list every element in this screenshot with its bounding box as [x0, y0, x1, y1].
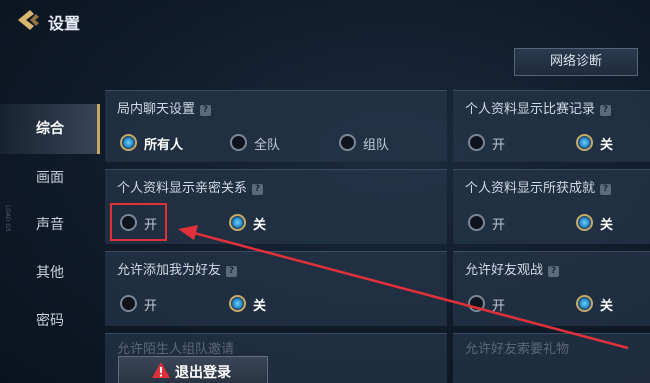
achievement-off[interactable]: 关: [576, 213, 636, 233]
tab-graphics[interactable]: 画面: [0, 153, 100, 203]
match-record-off[interactable]: 关: [576, 133, 636, 153]
friend-watch-off[interactable]: 关: [576, 294, 636, 314]
help-icon[interactable]: ?: [200, 105, 212, 116]
radio-selected-icon: [120, 134, 137, 151]
logout-button[interactable]: 退出登录: [118, 356, 268, 383]
match-record-on[interactable]: 开: [468, 133, 528, 153]
add-friend-off[interactable]: 关: [229, 294, 289, 314]
radio-selected-icon: [229, 214, 246, 231]
radio-unselected-icon: [339, 134, 356, 151]
help-icon[interactable]: ?: [600, 105, 612, 116]
add-friend-on[interactable]: 开: [120, 294, 180, 314]
tab-general[interactable]: 综合: [0, 104, 100, 154]
add-friend-panel: 允许添加我为好友? 开 关: [105, 251, 447, 326]
panel-title: 个人资料显示所获成就?: [465, 177, 612, 196]
chat-option-everyone[interactable]: 所有人: [120, 133, 210, 153]
back-chevron-icon[interactable]: [14, 8, 42, 32]
friend-watch-panel: 允许好友观战? 开 关: [453, 251, 650, 326]
intimacy-off[interactable]: 关: [229, 213, 289, 233]
friend-watch-on[interactable]: 开: [468, 294, 528, 314]
warning-icon: [152, 362, 170, 378]
help-icon[interactable]: ?: [252, 184, 264, 195]
achievement-on[interactable]: 开: [468, 213, 528, 233]
panel-title: 局内聊天设置?: [117, 98, 212, 117]
friend-gift-panel: 允许好友索要礼物: [453, 333, 650, 383]
panel-title: 允许陌生人组队邀请: [117, 342, 235, 357]
tab-other[interactable]: 其他: [0, 248, 100, 298]
top-bar: 设置: [0, 0, 650, 40]
panel-title: 个人资料显示亲密关系?: [117, 177, 264, 196]
annotation-highlight-box: [110, 203, 167, 241]
side-watermark-text: LOAD G5: [4, 205, 11, 232]
network-diagnose-button[interactable]: 网络诊断: [514, 48, 638, 76]
panel-title: 允许添加我为好友?: [117, 259, 238, 278]
radio-unselected-icon: [468, 295, 485, 312]
tab-password[interactable]: 密码: [0, 296, 100, 346]
match-record-panel: 个人资料显示比赛记录? 开 关: [453, 90, 650, 162]
radio-unselected-icon: [468, 134, 485, 151]
tab-sound[interactable]: 声音: [0, 200, 100, 250]
page-title: 设置: [48, 14, 81, 33]
radio-unselected-icon: [120, 295, 137, 312]
panel-title: 允许好友观战?: [465, 259, 560, 278]
radio-unselected-icon: [230, 134, 247, 151]
radio-selected-icon: [576, 134, 593, 151]
panel-title: 个人资料显示比赛记录?: [465, 98, 612, 117]
achievement-panel: 个人资料显示所获成就? 开 关: [453, 169, 650, 244]
chat-option-team[interactable]: 全队: [230, 133, 300, 153]
radio-selected-icon: [576, 295, 593, 312]
chat-settings-panel: 局内聊天设置? 所有人 全队 组队: [105, 90, 447, 162]
panel-title: 允许好友索要礼物: [465, 342, 570, 357]
radio-selected-icon: [229, 295, 246, 312]
help-icon[interactable]: ?: [600, 184, 612, 195]
radio-unselected-icon: [468, 214, 485, 231]
chat-option-party[interactable]: 组队: [339, 133, 409, 153]
radio-selected-icon: [576, 214, 593, 231]
help-icon[interactable]: ?: [548, 266, 560, 277]
help-icon[interactable]: ?: [226, 266, 238, 277]
